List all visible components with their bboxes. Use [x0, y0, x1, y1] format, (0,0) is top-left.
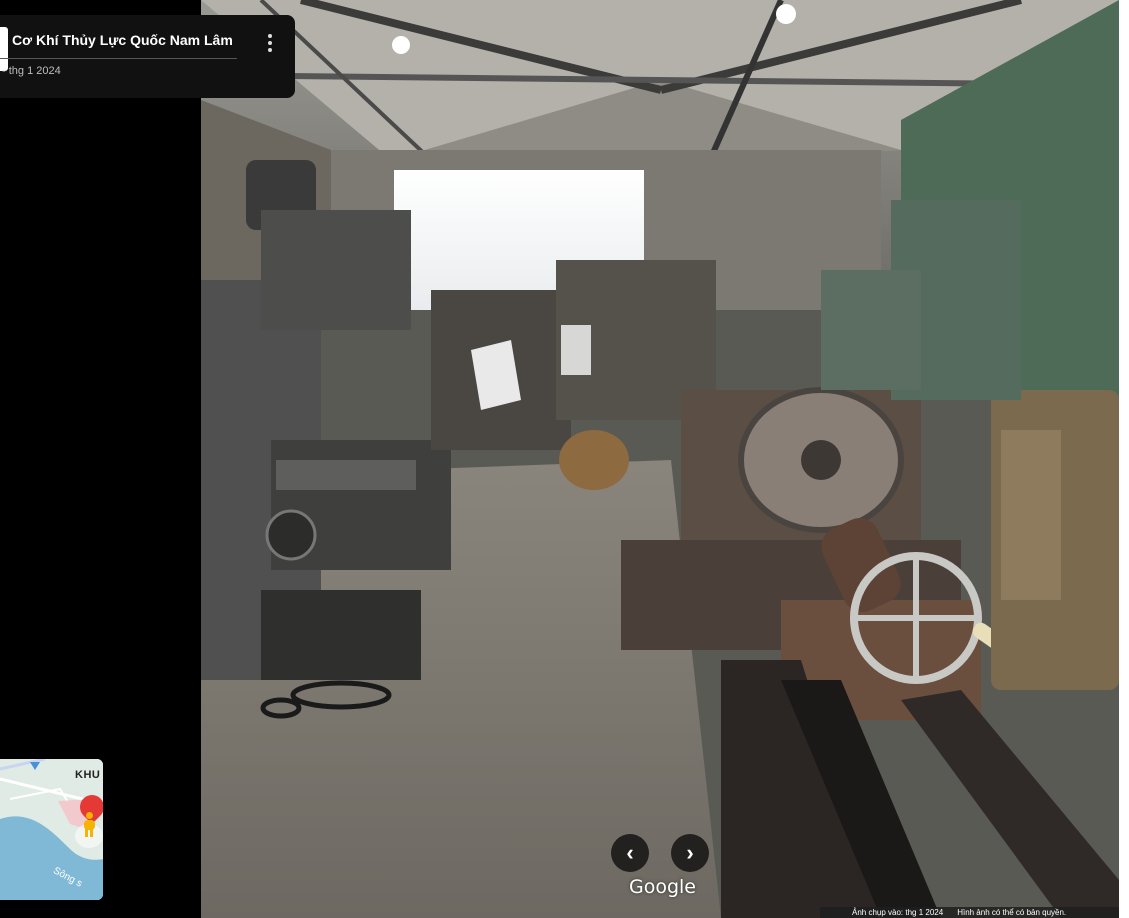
- more-vert-icon: [268, 34, 272, 52]
- street-view-photo[interactable]: [201, 0, 1119, 918]
- chevron-right-icon: ›: [686, 840, 694, 865]
- workshop-panorama-image: [201, 0, 1119, 918]
- previous-photo-button[interactable]: ‹: [611, 834, 649, 872]
- title-divider: [0, 58, 237, 59]
- pegman-icon[interactable]: [82, 812, 96, 838]
- place-header-card: Cơ Khí Thủy Lực Quốc Nam Lâm - thg 1 202…: [0, 15, 295, 98]
- more-options-button[interactable]: [258, 31, 282, 55]
- next-photo-button[interactable]: ›: [671, 834, 709, 872]
- place-title[interactable]: Cơ Khí Thủy Lực Quốc Nam Lâm: [12, 32, 233, 48]
- capture-date-attribution: Ảnh chụp vào: thg 1 2024: [852, 908, 944, 917]
- right-edge-strip: [1119, 0, 1129, 918]
- capture-date-text: - thg 1 2024: [2, 65, 61, 77]
- attribution-bar: Ảnh chụp vào: thg 1 2024 Hình ảnh có thể…: [820, 907, 1119, 918]
- chevron-left-icon: ‹: [626, 840, 634, 865]
- map-area-label: KHU: [75, 769, 101, 781]
- google-logo: Google: [629, 876, 697, 898]
- mini-map[interactable]: KHU Sông s: [0, 759, 103, 900]
- copyright-notice[interactable]: Hình ảnh có thể có bản quyền.: [957, 908, 1066, 917]
